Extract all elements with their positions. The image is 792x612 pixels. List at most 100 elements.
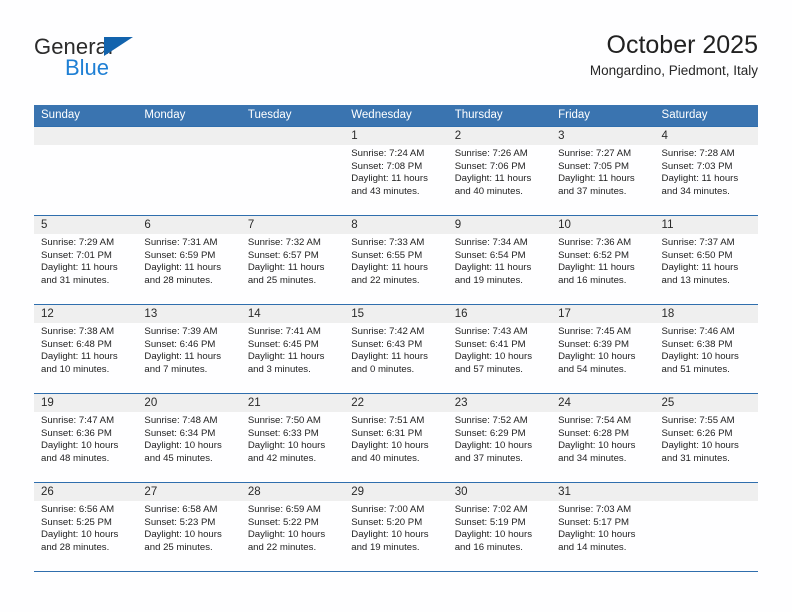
sunrise-text: Sunrise: 6:58 AM [144,504,218,515]
sunset-text: Sunset: 6:45 PM [247,338,319,350]
logo-text-blue: Blue [65,55,110,80]
day-cell[interactable]: 14 Sunrise: 7:41 AM Sunset: 6:45 PM Dayligh… [240,304,345,394]
day-cell[interactable]: 25 Sunrise: 7:55 AM Sunset: 6:26 PM Dayligh… [654,393,758,483]
daylight-text: Daylight: 10 hours [144,529,222,541]
day-details: Sunrise: 7:50 AM Sunset: 6:33 PM Daylight:… [241,412,344,465]
daylight-text: Daylight: 11 hours [41,262,118,274]
day-cell[interactable]: 12 Sunrise: 7:38 AM Sunset: 6:48 PM Dayligh… [34,304,138,394]
daylight-text-cont: and 25 minutes. [247,274,317,286]
daylight-text: Daylight: 10 hours [351,440,429,452]
daylight-text: Daylight: 10 hours [41,440,119,452]
day-cell[interactable]: 29 Sunrise: 7:00 AM Sunset: 5:20 PM Dayligh… [344,482,448,572]
day-cell[interactable]: 2 Sunrise: 7:26 AM Sunset: 7:06 PM Daylight… [447,126,552,216]
weekday-header-friday: Friday [551,105,655,127]
daylight-text-cont: and 0 minutes. [351,363,415,375]
day-cell[interactable]: 10 Sunrise: 7:36 AM Sunset: 6:52 PM Dayligh… [551,215,655,305]
day-number: 6 [137,216,241,234]
sunrise-text: Sunrise: 6:56 AM [41,504,115,515]
sunset-text: Sunset: 6:26 PM [661,427,733,439]
weekday-header-sunday: Sunday [34,105,138,127]
daylight-text-cont: and 34 minutes. [558,452,627,464]
day-details [241,145,344,148]
day-cell[interactable]: 24 Sunrise: 7:54 AM Sunset: 6:28 PM Dayligh… [551,393,655,483]
day-cell[interactable]: 6 Sunrise: 7:31 AM Sunset: 6:59 PM Daylight… [137,215,241,305]
sunset-text: Sunset: 6:41 PM [454,338,526,350]
day-cell[interactable]: 5 Sunrise: 7:29 AM Sunset: 7:01 PM Daylight… [34,215,138,305]
day-cell[interactable]: 23 Sunrise: 7:52 AM Sunset: 6:29 PM Dayligh… [447,393,552,483]
day-cell[interactable]: 17 Sunrise: 7:45 AM Sunset: 6:39 PM Dayligh… [551,304,655,394]
page-subtitle: Mongardino, Piedmont, Italy [589,63,758,78]
day-number: 12 [34,305,138,323]
day-cell[interactable]: 13 Sunrise: 7:39 AM Sunset: 6:46 PM Dayligh… [137,304,241,394]
general-blue-logo[interactable]: General Blue [34,34,234,90]
daylight-text: Daylight: 11 hours [558,173,635,185]
day-cell[interactable]: 4 Sunrise: 7:28 AM Sunset: 7:03 PM Daylight… [654,126,758,216]
day-details: Sunrise: 7:55 AM Sunset: 6:26 PM Daylight:… [655,412,758,465]
day-number: 15 [344,305,448,323]
day-number [34,127,138,145]
daylight-text: Daylight: 11 hours [454,262,532,274]
day-cell[interactable]: 9 Sunrise: 7:34 AM Sunset: 6:54 PM Daylight… [447,215,552,305]
day-number: 19 [34,394,138,412]
day-details: Sunrise: 7:26 AM Sunset: 7:06 PM Daylight:… [448,145,551,198]
daylight-text-cont: and 57 minutes. [454,363,523,375]
sunrise-text: Sunrise: 7:51 AM [351,415,425,426]
day-number [240,127,345,145]
day-cell[interactable]: 3 Sunrise: 7:27 AM Sunset: 7:05 PM Daylight… [551,126,655,216]
day-cell[interactable]: 27 Sunrise: 6:58 AM Sunset: 5:23 PM Dayligh… [137,482,241,572]
day-cell[interactable]: 11 Sunrise: 7:37 AM Sunset: 6:50 PM Dayligh… [654,215,758,305]
day-cell[interactable]: 7 Sunrise: 7:32 AM Sunset: 6:57 PM Daylight… [240,215,345,305]
sunset-text: Sunset: 6:39 PM [558,338,630,350]
day-number: 14 [240,305,345,323]
sunset-text: Sunset: 5:25 PM [41,516,112,528]
sunrise-text: Sunrise: 7:28 AM [661,148,735,159]
daylight-text-cont: and 31 minutes. [41,274,110,286]
daylight-text-cont: and 45 minutes. [144,452,213,464]
day-cell[interactable]: 31 Sunrise: 7:03 AM Sunset: 5:17 PM Dayligh… [551,482,655,572]
day-number: 10 [551,216,655,234]
day-cell[interactable]: 28 Sunrise: 6:59 AM Sunset: 5:22 PM Dayligh… [240,482,345,572]
day-cell[interactable]: 8 Sunrise: 7:33 AM Sunset: 6:55 PM Daylight… [344,215,448,305]
daylight-text: Daylight: 10 hours [144,440,222,452]
sunrise-text: Sunrise: 7:31 AM [144,237,218,248]
sunset-text: Sunset: 5:19 PM [454,516,526,528]
day-details: Sunrise: 7:36 AM Sunset: 6:52 PM Daylight:… [551,234,654,287]
day-cell[interactable]: 30 Sunrise: 7:02 AM Sunset: 5:19 PM Dayligh… [447,482,552,572]
daylight-text-cont: and 40 minutes. [454,185,523,197]
day-number: 9 [447,216,552,234]
calendar-week-row: 12 Sunrise: 7:38 AM Sunset: 6:48 PM Dayligh… [34,304,758,394]
day-cell[interactable]: 1 Sunrise: 7:24 AM Sunset: 7:08 PM Daylight… [344,126,448,216]
day-number: 24 [551,394,655,412]
daylight-text-cont: and 16 minutes. [558,274,627,286]
page-header: General Blue October 2025 Mongardino, Pi… [34,30,758,96]
day-cell[interactable]: 16 Sunrise: 7:43 AM Sunset: 6:41 PM Dayligh… [447,304,552,394]
daylight-text: Daylight: 10 hours [661,351,739,363]
daylight-text: Daylight: 10 hours [247,440,326,452]
day-cell[interactable]: 20 Sunrise: 7:48 AM Sunset: 6:34 PM Dayligh… [137,393,241,483]
daylight-text: Daylight: 10 hours [351,529,429,541]
daylight-text: Daylight: 11 hours [558,262,635,274]
calendar-table: Sunday Monday Tuesday Wednesday Thursday… [34,105,758,572]
day-cell[interactable]: 18 Sunrise: 7:46 AM Sunset: 6:38 PM Dayligh… [654,304,758,394]
day-details: Sunrise: 7:42 AM Sunset: 6:43 PM Daylight:… [344,323,447,376]
calendar-header-row: Sunday Monday Tuesday Wednesday Thursday… [34,105,758,127]
day-details: Sunrise: 7:46 AM Sunset: 6:38 PM Daylight:… [655,323,758,376]
sunset-text: Sunset: 6:50 PM [661,249,733,261]
day-details: Sunrise: 7:27 AM Sunset: 7:05 PM Daylight:… [551,145,654,198]
daylight-text-cont: and 28 minutes. [41,541,110,553]
daylight-text: Daylight: 11 hours [247,262,325,274]
sunset-text: Sunset: 5:20 PM [351,516,423,528]
day-cell[interactable]: 21 Sunrise: 7:50 AM Sunset: 6:33 PM Dayligh… [240,393,345,483]
day-details: Sunrise: 6:56 AM Sunset: 5:25 PM Daylight:… [34,501,137,554]
day-cell[interactable]: 19 Sunrise: 7:47 AM Sunset: 6:36 PM Dayligh… [34,393,138,483]
day-details: Sunrise: 7:24 AM Sunset: 7:08 PM Daylight:… [344,145,447,198]
daylight-text: Daylight: 10 hours [41,529,119,541]
daylight-text: Daylight: 11 hours [661,173,739,185]
day-number: 3 [551,127,655,145]
day-cell[interactable]: 26 Sunrise: 6:56 AM Sunset: 5:25 PM Dayligh… [34,482,138,572]
sunset-text: Sunset: 5:17 PM [558,516,630,528]
day-cell[interactable]: 22 Sunrise: 7:51 AM Sunset: 6:31 PM Dayligh… [344,393,448,483]
day-details: Sunrise: 7:28 AM Sunset: 7:03 PM Daylight:… [655,145,758,198]
day-details: Sunrise: 7:32 AM Sunset: 6:57 PM Daylight:… [241,234,344,287]
day-cell[interactable]: 15 Sunrise: 7:42 AM Sunset: 6:43 PM Dayligh… [344,304,448,394]
